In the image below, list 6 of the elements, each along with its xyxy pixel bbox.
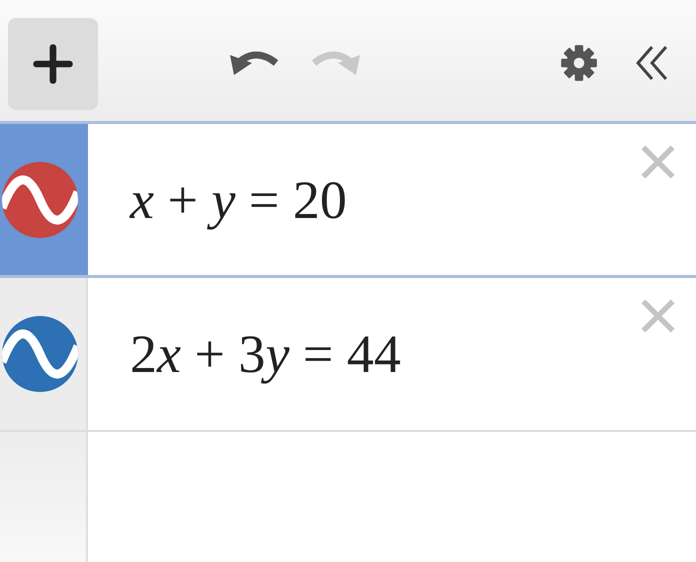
expression-row[interactable]: 2x + 3y = 44	[0, 278, 696, 432]
math-expression[interactable]: 2x + 3y = 44	[130, 323, 401, 385]
plus-icon	[31, 42, 75, 86]
math-expression[interactable]: x + y = 20	[130, 168, 347, 230]
add-button[interactable]	[8, 18, 98, 110]
expression-row[interactable]: x + y = 20	[0, 124, 696, 278]
